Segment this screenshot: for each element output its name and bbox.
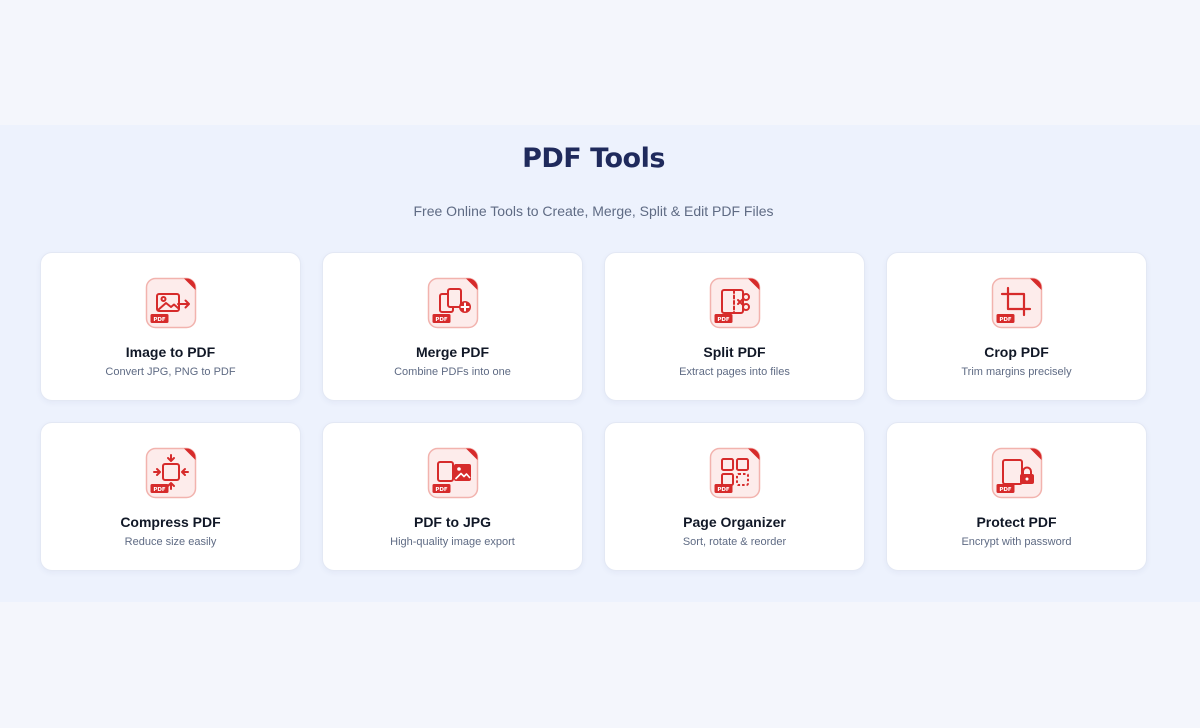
svg-text:PDF: PDF (435, 317, 448, 323)
tool-title: Image to PDF (125, 344, 216, 360)
tool-description: High-quality image export (390, 536, 515, 548)
tool-card-crop-pdf[interactable]: PDF Crop PDF Trim margins precisely (886, 252, 1147, 401)
tool-title: PDF to JPG (413, 514, 491, 530)
svg-text:PDF: PDF (153, 487, 166, 493)
page-title: PDF Tools (522, 143, 665, 174)
svg-text:PDF: PDF (153, 317, 166, 323)
page-subtitle: Free Online Tools to Create, Merge, Spli… (413, 203, 774, 219)
tool-card-protect-pdf[interactable]: PDF Protect PDF Encrypt with password (886, 422, 1147, 571)
split-pdf-icon: PDF (709, 277, 760, 329)
tool-card-page-organizer[interactable]: PDF Page Organizer Sort, rotate & reorde… (604, 422, 865, 571)
svg-text:PDF: PDF (999, 487, 1012, 493)
tool-card-split-pdf[interactable]: PDF Split PDF Extract pages into files (604, 252, 865, 401)
svg-text:PDF: PDF (717, 317, 730, 323)
tool-description: Sort, rotate & reorder (682, 536, 787, 548)
tool-card-image-to-pdf[interactable]: PDF Image to PDF Convert JPG, PNG to PDF (40, 252, 301, 401)
svg-text:PDF: PDF (717, 487, 730, 493)
pdf-to-jpg-icon: PDF (427, 447, 478, 499)
merge-pdf-icon: PDF (427, 277, 478, 329)
protect-pdf-icon: PDF (991, 447, 1042, 499)
crop-pdf-icon: PDF (991, 277, 1042, 329)
tool-title: Split PDF (703, 344, 766, 360)
tool-description: Trim margins precisely (961, 366, 1072, 378)
tool-description: Combine PDFs into one (394, 366, 511, 378)
svg-text:PDF: PDF (435, 487, 448, 493)
svg-text:PDF: PDF (999, 317, 1012, 323)
tool-card-compress-pdf[interactable]: PDF Compress PDF Reduce size easily (40, 422, 301, 571)
tool-title: Protect PDF (976, 514, 1057, 530)
tool-title: Page Organizer (683, 514, 786, 530)
tool-description: Convert JPG, PNG to PDF (105, 366, 236, 378)
tool-title: Merge PDF (415, 344, 490, 360)
tool-title: Crop PDF (984, 344, 1049, 360)
image-to-pdf-icon: PDF (145, 277, 196, 329)
tools-grid: PDF Image to PDF Convert JPG, PNG to PDF… (40, 252, 1147, 571)
tool-description: Encrypt with password (961, 536, 1072, 548)
tool-title: Compress PDF (120, 514, 221, 530)
tool-card-merge-pdf[interactable]: PDF Merge PDF Combine PDFs into one (322, 252, 583, 401)
tool-description: Extract pages into files (679, 366, 790, 378)
tool-description: Reduce size easily (124, 536, 217, 548)
page-organizer-icon: PDF (709, 447, 760, 499)
tool-card-pdf-to-jpg[interactable]: PDF PDF to JPG High-quality image export (322, 422, 583, 571)
compress-pdf-icon: PDF (145, 447, 196, 499)
